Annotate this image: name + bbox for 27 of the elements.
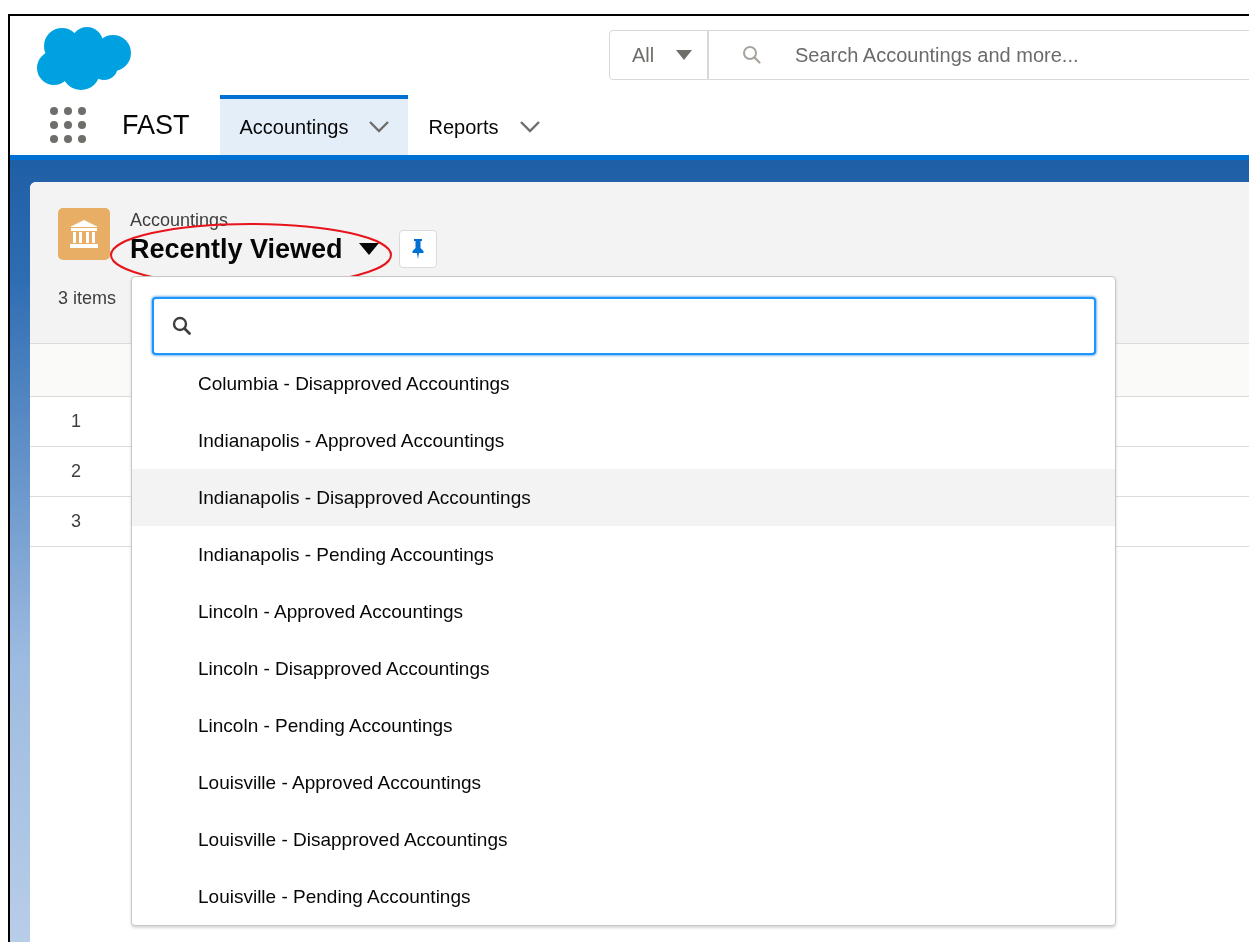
pin-button[interactable] [398,230,437,268]
dropdown-option[interactable]: Louisville - Approved Accountings [132,754,1115,811]
search-field[interactable] [152,297,1096,355]
nav-tab[interactable]: Accountings [219,95,409,155]
bank-building-icon [58,208,110,260]
dropdown-option[interactable]: Lincoln - Pending Accountings [132,697,1115,754]
app-name: FAST [122,109,190,141]
object-label: Accountings [130,210,230,230]
chevron-down-icon [518,120,541,134]
search-scope-dropdown[interactable]: All [609,30,708,80]
dropdown-option[interactable]: Indianapolis - Disapproved Accountings [132,469,1115,526]
dropdown-option[interactable]: Lincoln - Approved Accountings [132,583,1115,640]
dropdown-option[interactable]: Indianapolis - Approved Accountings [132,412,1115,469]
item-count: 3 items [58,288,118,309]
dropdown-option[interactable]: Louisville - Pending Accountings [132,868,1115,925]
caret-down-icon [358,243,379,255]
caret-down-icon [676,50,693,60]
dropdown-option[interactable]: Louisville - Disapproved Accountings [132,811,1115,868]
nav-tab[interactable]: Reports [408,95,559,155]
app-launcher-icon[interactable] [50,107,86,143]
dropdown-option[interactable]: Columbia - Disapproved Accountings [132,355,1115,412]
row-number: 3 [70,511,82,532]
row-number: 1 [70,411,82,432]
dropdown-option[interactable]: Indianapolis - Pending Accountings [132,526,1115,583]
dropdown-option[interactable]: Lincoln - Disapproved Accountings [132,640,1115,697]
row-number: 2 [70,461,82,482]
chevron-down-icon [368,120,391,134]
